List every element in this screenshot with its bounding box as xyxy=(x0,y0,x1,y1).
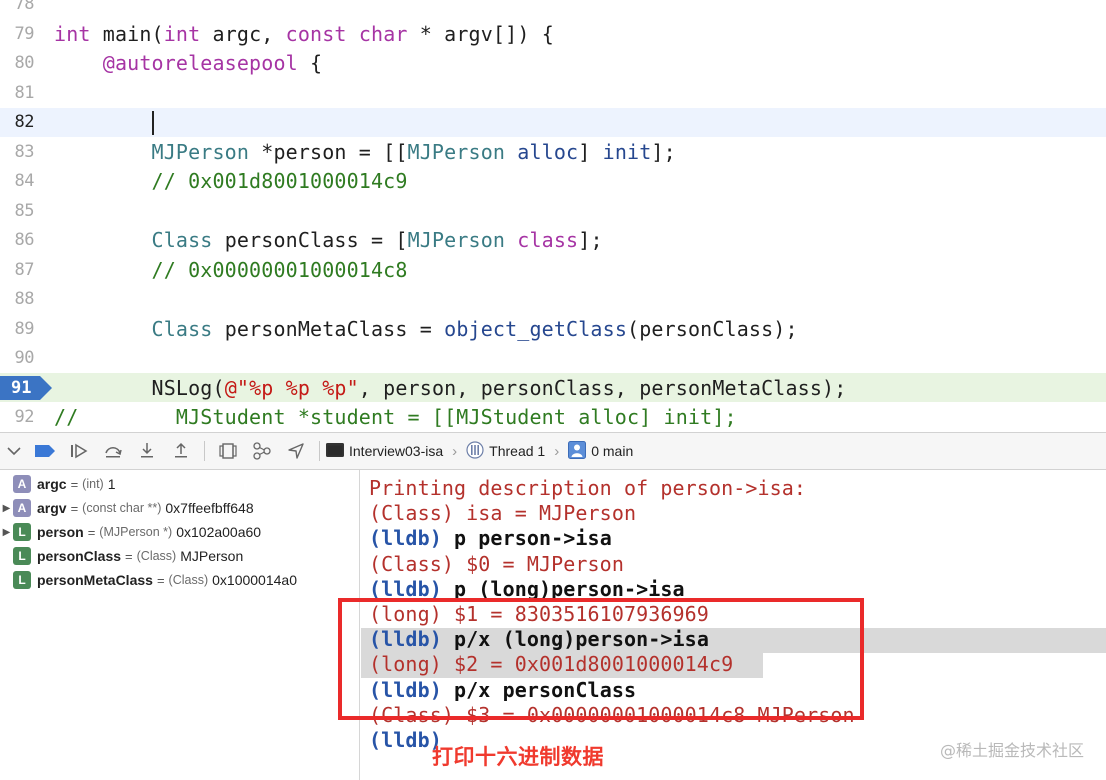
variable-type: (Class) xyxy=(136,549,177,563)
code-line-84[interactable]: 84 // 0x001d8001000014c9 xyxy=(0,167,1106,196)
chevron-right-icon: › xyxy=(554,442,560,460)
argument-badge-icon: A xyxy=(13,499,31,517)
code-text: NSLog(@"%p %p %p", person, personClass, … xyxy=(151,375,847,400)
code-text: MJPerson *person = [[MJPerson alloc] ini… xyxy=(151,139,676,164)
view-hierarchy-icon[interactable] xyxy=(211,433,245,469)
code-line-80[interactable]: 80 @autoreleasepool { xyxy=(0,49,1106,78)
code-line-92[interactable]: 92 // MJStudent *student = [[MJStudent a… xyxy=(0,403,1106,432)
target-name[interactable]: Interview03-isa xyxy=(349,443,443,459)
local-badge-icon: L xyxy=(13,523,31,541)
variable-name: personMetaClass xyxy=(37,572,153,588)
terminal-icon xyxy=(326,442,344,460)
annotation-highlight-box xyxy=(338,598,864,720)
variable-type: (int) xyxy=(82,477,104,491)
argument-badge-icon: A xyxy=(13,475,31,493)
variable-value: 0x102a00a60 xyxy=(176,524,262,540)
variable-value: MJPerson xyxy=(180,548,244,564)
step-out-icon[interactable] xyxy=(164,433,198,469)
code-line-86[interactable]: 86 Class personClass = [MJPerson class]; xyxy=(0,226,1106,255)
breakpoints-toggle-icon[interactable] xyxy=(28,433,62,469)
code-line-83[interactable]: 83 MJPerson *person = [[MJPerson alloc] … xyxy=(0,137,1106,166)
line-number: 81 xyxy=(14,82,35,103)
variable-name: argv xyxy=(37,500,67,516)
variable-type: (Class) xyxy=(168,573,209,587)
console-toggle-icon[interactable] xyxy=(0,433,28,469)
code-text: int main(int argc, const char * argv[]) … xyxy=(54,21,554,46)
source-editor[interactable]: 78 79 int main(int argc, const char * ar… xyxy=(0,0,1106,432)
code-line-85[interactable]: 85 xyxy=(0,196,1106,225)
variable-value: 0x7ffeefbff648 xyxy=(165,500,254,516)
variable-row-personClass[interactable]: L personClass = (Class) MJPerson xyxy=(0,544,243,568)
code-line-90[interactable]: 90 xyxy=(0,344,1106,373)
code-text: Class personClass = [MJPerson class]; xyxy=(151,228,603,253)
lldb-prompt: (lldb) xyxy=(369,728,442,752)
variable-name: personClass xyxy=(37,548,122,564)
location-icon[interactable] xyxy=(279,433,313,469)
line-number: 86 xyxy=(14,230,35,251)
breakpoint-marker[interactable]: 91 xyxy=(0,376,54,400)
disclosure-triangle-icon[interactable]: ▶ xyxy=(0,527,13,538)
variable-row-argc[interactable]: A argc = (int) 1 xyxy=(0,472,116,496)
line-number: 92 xyxy=(14,407,35,428)
variable-row-argv[interactable]: ▶ A argv = (const char **) 0x7ffeefbff64… xyxy=(0,496,254,520)
local-badge-icon: L xyxy=(13,571,31,589)
chevron-right-icon: › xyxy=(452,442,458,460)
code-text: // MJStudent *student = [[MJStudent allo… xyxy=(54,405,737,430)
variable-value: 0x1000014a0 xyxy=(212,572,297,588)
continue-icon[interactable] xyxy=(62,433,96,469)
code-line-88[interactable]: 88 xyxy=(0,285,1106,314)
line-number: 87 xyxy=(14,259,35,280)
variable-row-person[interactable]: ▶ L person = (MJPerson *) 0x102a00a60 xyxy=(0,520,261,544)
code-line-82-current[interactable]: 82 xyxy=(0,107,1106,137)
thread-name[interactable]: Thread 1 xyxy=(489,443,545,459)
variable-type: (MJPerson *) xyxy=(99,525,173,539)
line-number: 85 xyxy=(14,200,35,221)
variables-view: A argc = (int) 1 ▶ A argv = (const char … xyxy=(0,470,360,780)
code-text: @autoreleasepool { xyxy=(102,51,323,76)
variable-row-personMetaClass[interactable]: L personMetaClass = (Class) 0x1000014a0 xyxy=(0,568,297,592)
console-output-line: (Class) isa = MJPerson xyxy=(369,501,637,526)
line-number: 84 xyxy=(14,171,35,192)
line-number: 88 xyxy=(14,289,35,310)
code-text: Class personMetaClass = object_getClass(… xyxy=(151,316,798,341)
code-line-79[interactable]: 79 int main(int argc, const char * argv[… xyxy=(0,19,1106,48)
memory-graph-icon[interactable] xyxy=(245,433,279,469)
line-number: 90 xyxy=(14,348,35,369)
code-line-81[interactable]: 81 xyxy=(0,78,1106,107)
local-badge-icon: L xyxy=(13,547,31,565)
line-number: 89 xyxy=(14,318,35,339)
line-number: 79 xyxy=(14,23,35,44)
stack-frame-icon xyxy=(568,440,587,462)
code-text: // 0x001d8001000014c9 xyxy=(151,169,408,194)
line-number: 91 xyxy=(11,378,32,398)
console-command-line: (lldb) p person->isa xyxy=(369,526,612,551)
variable-name: person xyxy=(37,524,84,540)
step-into-icon[interactable] xyxy=(130,433,164,469)
console-output-line: (Class) $0 = MJPerson xyxy=(369,551,624,576)
variable-name: argc xyxy=(37,476,67,492)
debug-toolbar: Interview03-isa › Thread 1 › 0 main xyxy=(0,432,1106,470)
code-line-78[interactable]: 78 xyxy=(0,0,1106,18)
watermark: @稀土掘金技术社区 xyxy=(939,741,1084,760)
console-command-line[interactable]: (lldb) xyxy=(369,728,442,753)
annotation-caption: 打印十六进制数据 xyxy=(432,745,604,769)
disclosure-triangle-icon[interactable]: ▶ xyxy=(0,503,13,514)
lldb-prompt: (lldb) xyxy=(369,526,442,551)
code-line-89[interactable]: 89 Class personMetaClass = object_getCla… xyxy=(0,314,1106,343)
code-line-87[interactable]: 87 // 0x00000001000014c8 xyxy=(0,255,1106,284)
line-number: 83 xyxy=(14,141,35,162)
frame-name[interactable]: 0 main xyxy=(591,443,633,459)
variable-value: 1 xyxy=(107,476,116,492)
code-text: // 0x00000001000014c8 xyxy=(151,257,408,282)
step-over-icon[interactable] xyxy=(96,433,130,469)
variable-type: (const char **) xyxy=(82,501,162,515)
debug-breadcrumb: Interview03-isa › Thread 1 › 0 main xyxy=(326,440,633,462)
console-output-line: Printing description of person->isa: xyxy=(369,476,807,500)
line-number: 78 xyxy=(14,0,35,14)
thread-icon xyxy=(466,440,484,462)
line-number: 80 xyxy=(14,53,35,74)
text-cursor xyxy=(151,110,154,135)
line-number: 82 xyxy=(14,112,35,133)
code-line-91-breakpoint[interactable]: 91 91 NSLog(@"%p %p %p", person, personC… xyxy=(0,373,1106,403)
